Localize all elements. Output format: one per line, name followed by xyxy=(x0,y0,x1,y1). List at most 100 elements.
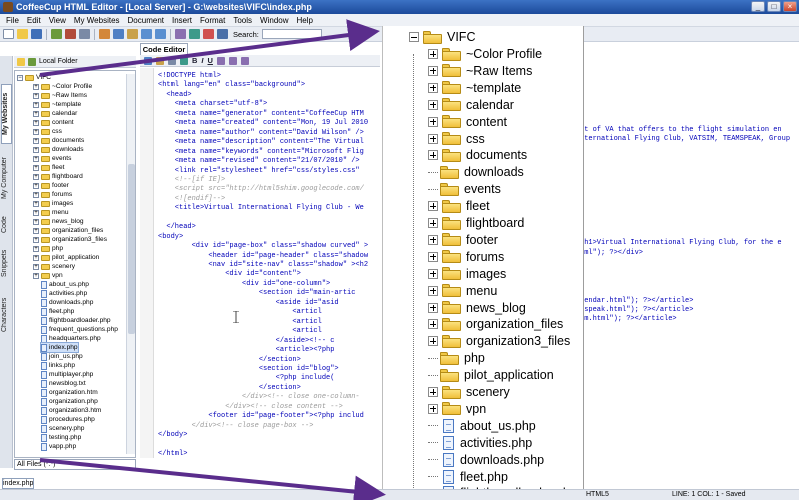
expand-icon[interactable]: + xyxy=(33,101,39,108)
expand-icon[interactable] xyxy=(428,116,438,127)
tree-file[interactable]: headquarters.php xyxy=(41,334,101,343)
expand-icon[interactable]: + xyxy=(33,92,39,99)
expand-icon[interactable] xyxy=(428,302,438,313)
zoom-tree-folder[interactable]: css xyxy=(428,131,485,147)
tree-file[interactable]: join_us.php xyxy=(41,352,83,361)
tree-file-selected[interactable]: index.php xyxy=(40,342,79,353)
tree-file[interactable]: vapp.php xyxy=(41,442,76,451)
image-icon[interactable] xyxy=(203,29,214,39)
expand-icon[interactable]: + xyxy=(33,119,39,126)
code-editor-area[interactable]: <!DOCTYPE html> <html lang="en" class="ba… xyxy=(154,68,380,458)
align-right-icon[interactable] xyxy=(240,56,249,65)
tree-folder[interactable]: + php xyxy=(33,244,63,253)
tree-file[interactable]: organization.htm xyxy=(41,388,98,397)
upload-icon[interactable] xyxy=(51,29,62,39)
expand-icon[interactable]: + xyxy=(33,209,39,216)
italic-button[interactable]: I xyxy=(201,56,203,65)
align-center-icon[interactable] xyxy=(228,56,237,65)
zoom-tree-folder[interactable]: events xyxy=(428,181,501,197)
menu-file[interactable]: File xyxy=(2,16,23,25)
expand-icon[interactable]: + xyxy=(33,200,39,207)
align-left-icon[interactable] xyxy=(216,56,225,65)
tag-icon[interactable] xyxy=(175,29,186,39)
expand-icon[interactable]: + xyxy=(33,191,39,198)
tree-file[interactable]: procedures.php xyxy=(41,415,95,424)
tree-folder[interactable]: + ~template xyxy=(33,100,81,109)
menu-help[interactable]: Help xyxy=(293,16,317,25)
expand-icon[interactable] xyxy=(428,251,438,262)
paragraph-icon[interactable] xyxy=(156,56,164,65)
zoom-tree-folder[interactable]: fleet xyxy=(428,198,490,214)
zoom-tree-folder[interactable]: ~template xyxy=(428,80,521,96)
menu-edit[interactable]: Edit xyxy=(23,16,45,25)
expand-icon[interactable] xyxy=(428,49,438,59)
zoom-tree-folder[interactable]: flightboard xyxy=(428,215,524,231)
expand-icon[interactable]: + xyxy=(33,236,39,243)
expand-icon[interactable] xyxy=(428,99,438,110)
tree-file[interactable]: fleet.php xyxy=(41,307,74,316)
open-folder-icon[interactable] xyxy=(17,29,28,39)
zoom-tree-folder[interactable]: forums xyxy=(428,249,504,265)
menu-window[interactable]: Window xyxy=(256,16,292,25)
menu-insert[interactable]: Insert xyxy=(168,16,196,25)
tree-folder[interactable]: + menu xyxy=(33,208,69,217)
expand-icon[interactable]: + xyxy=(33,164,39,171)
paste-icon[interactable] xyxy=(127,29,138,39)
close-button[interactable]: × xyxy=(783,1,797,12)
tree-folder[interactable]: + footer xyxy=(33,181,69,190)
file-tree-scrollbar[interactable] xyxy=(126,74,135,454)
expand-icon[interactable]: + xyxy=(33,254,39,261)
collapse-icon[interactable] xyxy=(409,32,419,42)
tree-file[interactable]: activities.php xyxy=(41,289,87,298)
tree-file[interactable]: testing.php xyxy=(41,433,81,442)
tree-file[interactable]: organization3.htm xyxy=(41,406,101,415)
expand-icon[interactable]: + xyxy=(33,272,39,279)
tree-folder[interactable]: + pilot_application xyxy=(33,253,99,262)
expand-icon[interactable]: + xyxy=(33,227,39,234)
collapse-icon[interactable]: − xyxy=(17,74,23,81)
expand-icon[interactable]: + xyxy=(33,146,39,153)
zoom-tree-folder[interactable]: scenery xyxy=(428,384,510,400)
tree-folder[interactable]: + content xyxy=(33,118,74,127)
tree-file[interactable]: about_us.php xyxy=(41,280,89,289)
tree-file[interactable]: organization.php xyxy=(41,397,98,406)
zoom-tree-folder[interactable]: documents xyxy=(428,147,527,163)
zoom-tree-folder[interactable]: content xyxy=(428,114,507,130)
expand-icon[interactable] xyxy=(428,82,438,93)
tab-code-editor[interactable]: Code Editor xyxy=(140,43,188,55)
tab-characters[interactable]: Characters xyxy=(1,288,12,342)
save-icon[interactable] xyxy=(31,29,42,39)
zoom-tree-folder[interactable]: menu xyxy=(428,283,497,299)
new-file-icon[interactable] xyxy=(3,29,14,39)
expand-icon[interactable] xyxy=(428,133,438,144)
file-filter-select[interactable]: All Files (*.*) xyxy=(14,459,136,470)
anchor-icon[interactable] xyxy=(180,56,188,65)
tree-file[interactable]: scenery.php xyxy=(41,424,84,433)
refresh-icon[interactable] xyxy=(28,57,36,66)
zoom-tree-folder[interactable]: pilot_application xyxy=(428,367,554,383)
tree-folder[interactable]: + vpn xyxy=(33,271,63,280)
zoom-tree-folder[interactable]: organization_files xyxy=(428,316,563,332)
expand-icon[interactable]: + xyxy=(33,218,39,225)
tree-folder[interactable]: + fleet xyxy=(33,163,64,172)
expand-icon[interactable]: + xyxy=(33,110,39,117)
menu-my-websites[interactable]: My Websites xyxy=(70,16,124,25)
folder-icon[interactable] xyxy=(17,57,25,66)
zoom-tree-folder[interactable]: ~Color Profile xyxy=(428,46,542,62)
tab-code[interactable]: Code xyxy=(1,212,12,238)
underline-button[interactable]: U xyxy=(208,56,213,65)
tree-file[interactable]: newsblog.txt xyxy=(41,379,86,388)
expand-icon[interactable]: + xyxy=(33,83,39,90)
copy-icon[interactable] xyxy=(113,29,124,39)
expand-icon[interactable]: + xyxy=(33,245,39,252)
code-editor-overflow-area[interactable]: pt of VA that offers to the flight simul… xyxy=(580,56,799,458)
print-icon[interactable] xyxy=(79,29,90,39)
tree-folder[interactable]: + css xyxy=(33,127,62,136)
zoom-tree-folder[interactable]: vpn xyxy=(428,401,486,417)
expand-icon[interactable]: + xyxy=(33,182,39,189)
insert-tag-icon[interactable] xyxy=(144,56,152,65)
link-icon[interactable] xyxy=(189,29,200,39)
expand-icon[interactable] xyxy=(428,403,438,414)
minimize-button[interactable]: _ xyxy=(751,1,765,12)
tab-snippets[interactable]: Snippets xyxy=(1,242,12,284)
